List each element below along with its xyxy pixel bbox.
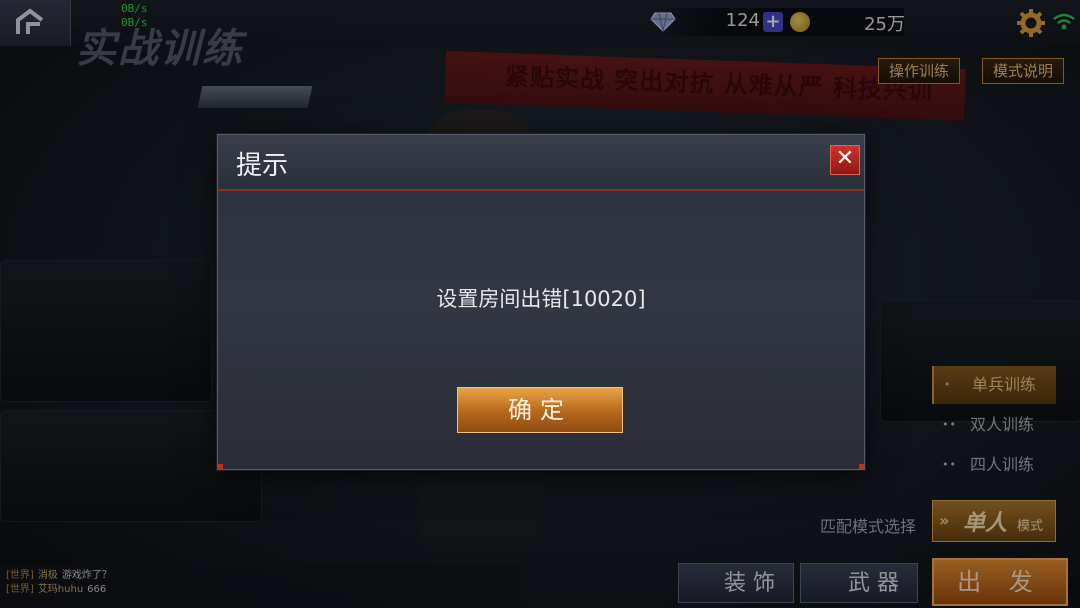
confirm-button[interactable]: 确定 — [457, 387, 623, 433]
corner-decoration — [218, 464, 223, 469]
dialog-title: 提示 — [236, 151, 289, 181]
dialog-message: 设置房间出错[10020] — [436, 287, 646, 311]
close-button[interactable]: ✕ — [830, 145, 860, 175]
dialog-header: 提示 ✕ — [218, 135, 864, 191]
alert-dialog: 提示 ✕ 设置房间出错[10020] 确定 — [217, 134, 865, 470]
corner-decoration — [859, 464, 864, 469]
